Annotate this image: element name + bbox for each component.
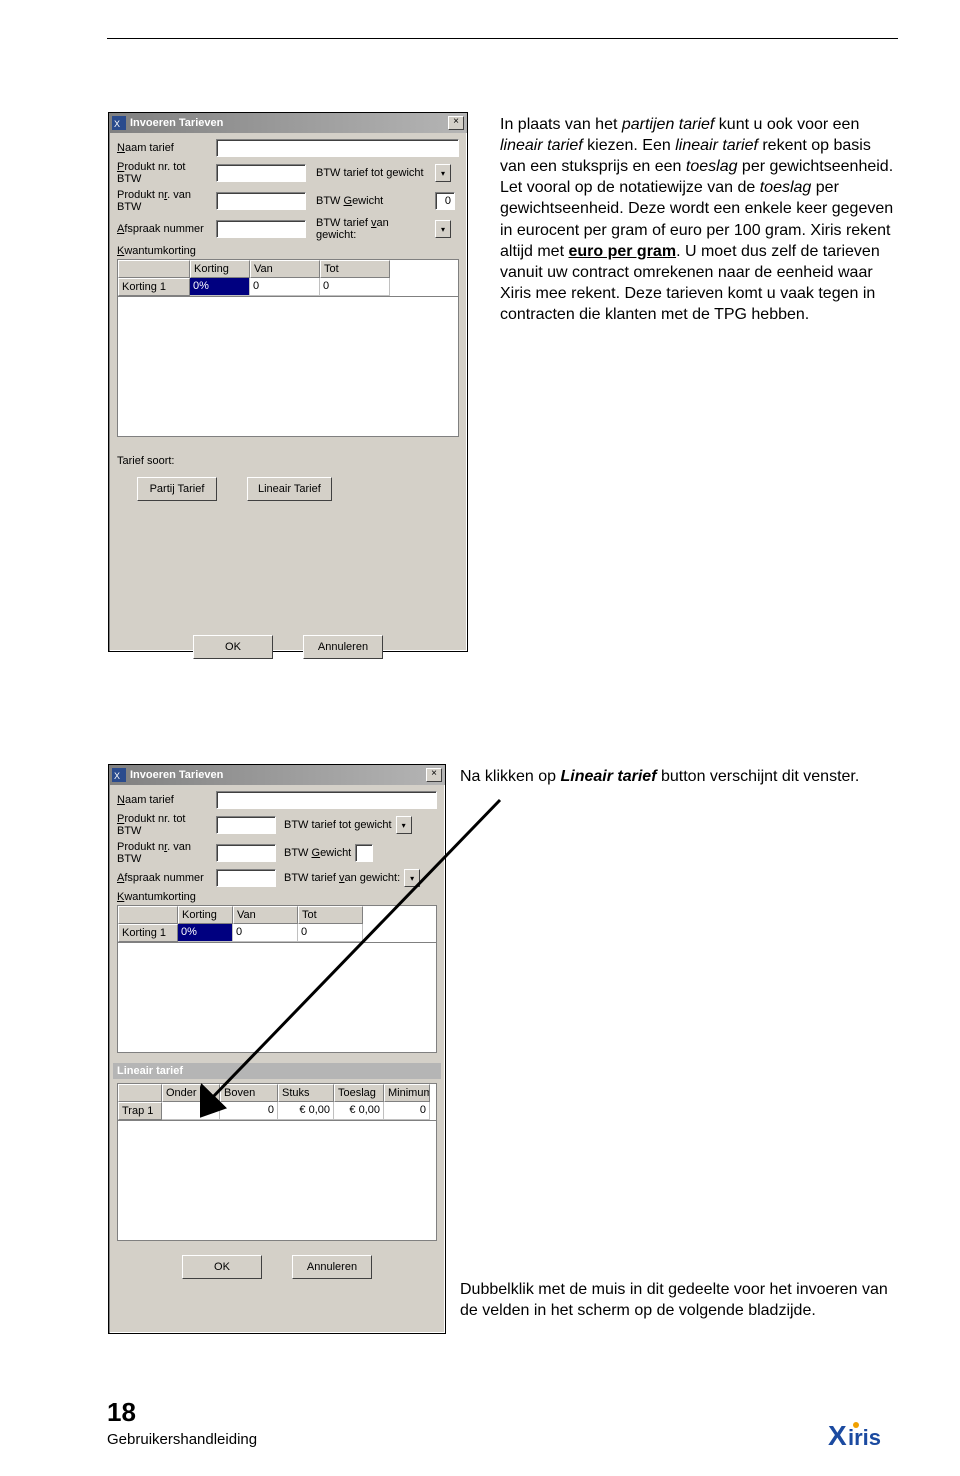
lineair-tarief-button[interactable]: Lineair Tarief [247,477,332,501]
partij-tarief-button[interactable]: Partij Tarief [137,477,217,501]
korting2-cell-van[interactable]: 0 [233,924,298,942]
input-btw-gewicht[interactable]: 0 [435,192,455,210]
titlebar-2: X Invoeren Tarieven × [109,765,445,785]
app-icon: X [112,116,126,130]
korting-grid-2[interactable]: Korting Van Tot Korting 1 0% 0 0 [117,905,437,943]
paragraph-3: Dubbelklik met de muis in dit gedeelte v… [460,1279,890,1321]
combo-btw-tot-gewicht[interactable]: ▾ [435,164,451,182]
label-kwantumkorting-2: Kwantumkorting [117,891,437,903]
lineair-header-toeslag: Toeslag [334,1084,384,1102]
label-naam-tarief: Naam tarief [117,142,212,154]
label-btw-van-gewicht-2: BTW tarief van gewicht: [284,872,400,884]
close-button[interactable]: × [448,116,464,130]
korting2-header-blank [118,906,178,924]
paragraph-1: In plaats van het partijen tarief kunt u… [500,114,895,325]
combo-btw-tot-gewicht-2[interactable]: ▾ [396,816,412,834]
label-tarief-soort: Tarief soort: [117,455,459,467]
korting-row-label: Korting 1 [118,278,190,296]
lineair-cell-toeslag[interactable]: € 0,00 [334,1102,384,1120]
dialog-invoeren-tarieven-2: X Invoeren Tarieven × Naam tarief Produk… [108,764,446,1334]
input-produkt-tot-btw[interactable] [216,164,306,182]
korting-grid[interactable]: Korting Van Tot Korting 1 0% 0 0 [117,259,459,297]
label-btw-van-gewicht: BTW tarief van gewicht: [316,217,431,241]
input-afspraak[interactable] [216,220,306,238]
lineair-grid[interactable]: Onder Gew. Boven Gew. Stuks Prijs Toesla… [117,1083,437,1121]
label-btw-gewicht: BTW Gewicht [316,195,431,207]
korting2-cell-pct[interactable]: 0% [178,924,233,942]
lineair-section-title: Lineair tarief [113,1063,441,1079]
korting2-header-korting: Korting [178,906,233,924]
korting-header-blank [118,260,190,278]
lineair-header-onder: Onder Gew. [162,1084,220,1102]
lineair-header-minimum: Minimum [384,1084,430,1102]
label-afspraak-2: Afspraak nummer [117,872,212,884]
input-naam-tarief[interactable] [216,139,459,157]
korting-cell-tot[interactable]: 0 [320,278,390,296]
korting-header-korting: Korting [190,260,250,278]
ok-button[interactable]: OK [193,635,273,659]
svg-text:iris: iris [848,1425,881,1450]
svg-text:X: X [828,1420,847,1451]
lineair-header-boven: Boven Gew. [220,1084,278,1102]
dialog-invoeren-tarieven-1: X Invoeren Tarieven × Naam tarief Produk… [108,112,468,652]
korting2-header-tot: Tot [298,906,363,924]
app-icon: X [112,768,126,782]
label-produkt-tot-btw: Produkt nr. tot BTW [117,161,212,185]
lineair-cell-stuks[interactable]: € 0,00 [278,1102,334,1120]
korting-header-van: Van [250,260,320,278]
label-produkt-tot-btw-2: Produkt nr. tot BTW [117,813,212,837]
label-afspraak: Afspraak nummer [117,223,212,235]
ok-button-2[interactable]: OK [182,1255,262,1279]
lineair-row-label: Trap 1 [118,1102,162,1120]
page-number: 18 [107,1397,136,1428]
lineair-cell-boven[interactable]: 0 [220,1102,278,1120]
input-btw-gewicht-2[interactable] [355,844,373,862]
top-rule [107,38,898,39]
korting-grid-2-empty [117,943,437,1053]
footer-text: Gebruikershandleiding [107,1431,257,1448]
lineair-header-stuks: Stuks Prijs [278,1084,334,1102]
label-btw-gewicht-2: BTW Gewicht [284,847,351,859]
korting2-header-van: Van [233,906,298,924]
paragraph-2: Na klikken op Lineair tarief button vers… [460,766,890,787]
titlebar: X Invoeren Tarieven × [109,113,467,133]
lineair-cell-onder[interactable]: 0 [162,1102,220,1120]
label-produkt-van-btw: Produkt nr. van BTW [117,189,212,213]
xiris-logo: X iris [828,1419,898,1456]
annuleren-button-2[interactable]: Annuleren [292,1255,372,1279]
label-kwantumkorting: Kwantumkorting [117,245,459,257]
korting-cell-pct[interactable]: 0% [190,278,250,296]
label-btw-tot-gewicht-2: BTW tarief tot gewicht [284,819,392,831]
korting2-row-label: Korting 1 [118,924,178,942]
annuleren-button[interactable]: Annuleren [303,635,383,659]
close-button-2[interactable]: × [426,768,442,782]
lineair-header-blank [118,1084,162,1102]
input-naam-tarief-2[interactable] [216,791,437,809]
korting-header-tot: Tot [320,260,390,278]
lineair-cell-minimum[interactable]: 0 [384,1102,430,1120]
input-afspraak-2[interactable] [216,869,276,887]
input-produkt-van-btw[interactable] [216,192,306,210]
input-produkt-van-btw-2[interactable] [216,844,276,862]
label-btw-tot-gewicht: BTW tarief tot gewicht [316,167,431,179]
label-naam-tarief-2: Naam tarief [117,794,212,806]
svg-text:X: X [114,119,120,129]
lineair-grid-empty [117,1121,437,1241]
dialog-title: Invoeren Tarieven [130,117,444,129]
combo-btw-van-gewicht[interactable]: ▾ [435,220,451,238]
korting2-cell-tot[interactable]: 0 [298,924,363,942]
input-produkt-tot-btw-2[interactable] [216,816,276,834]
korting-grid-empty [117,297,459,437]
dialog-title-2: Invoeren Tarieven [130,769,422,781]
svg-text:X: X [114,771,120,781]
korting-cell-van[interactable]: 0 [250,278,320,296]
combo-btw-van-gewicht-2[interactable]: ▾ [404,869,420,887]
label-produkt-van-btw-2: Produkt nr. van BTW [117,841,212,865]
